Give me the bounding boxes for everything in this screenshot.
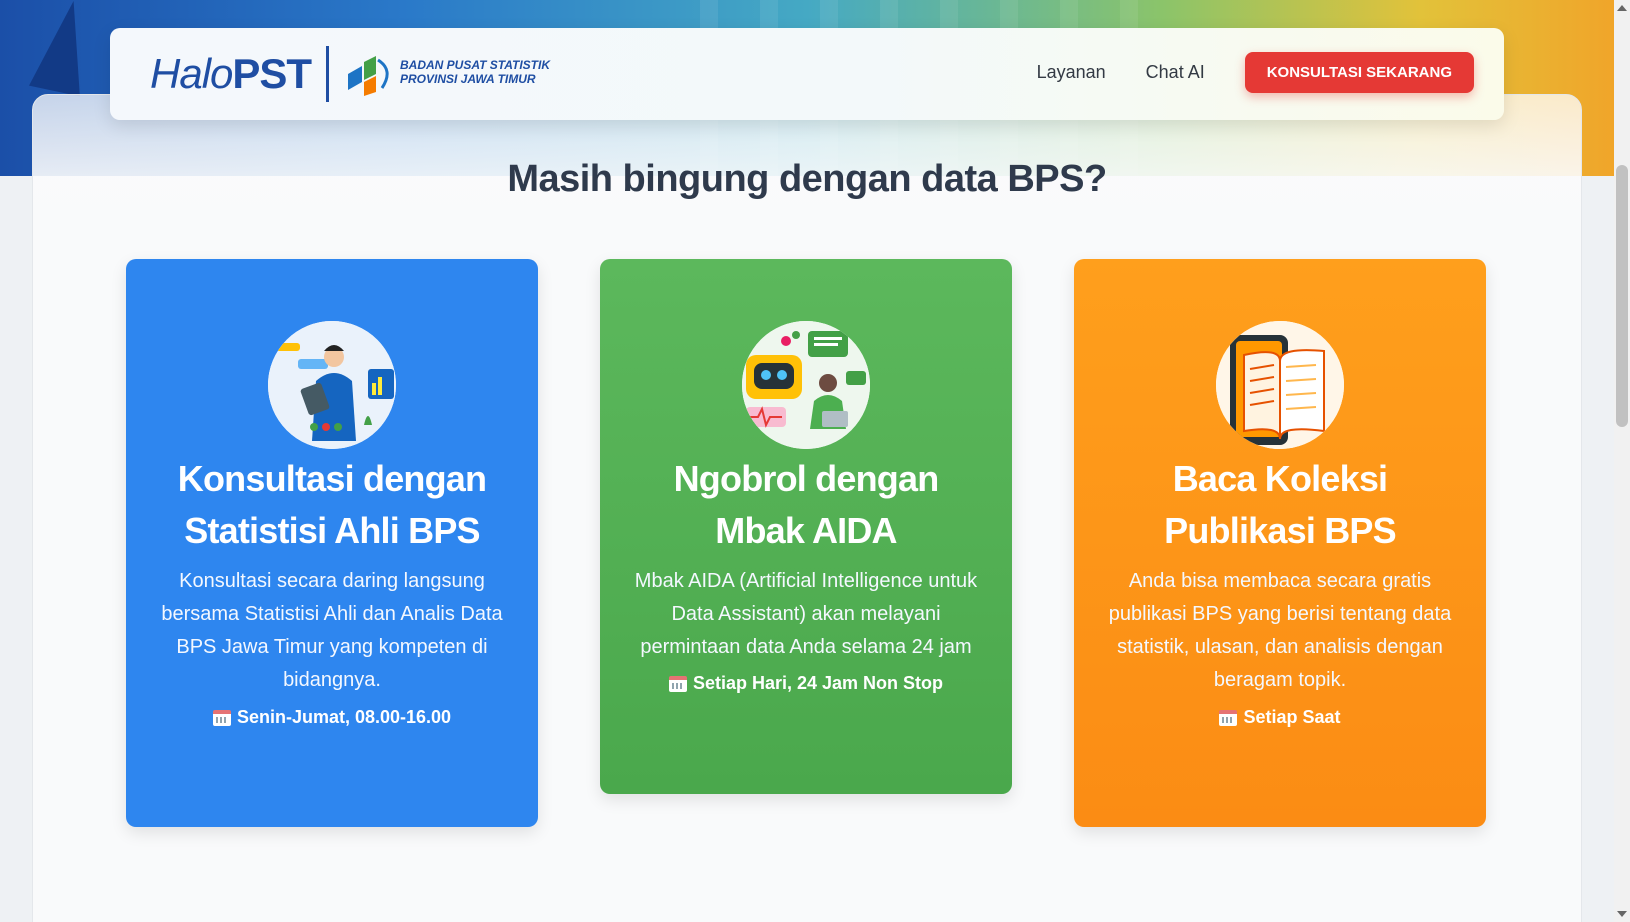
konsultasi-sekarang-button[interactable]: KONSULTASI SEKARANG — [1244, 52, 1474, 93]
scroll-down-arrow-icon[interactable] — [1617, 911, 1627, 917]
page-title: Masih bingung dengan data BPS? — [507, 158, 1107, 200]
card-title: Baca Koleksi Publikasi BPS — [1164, 458, 1396, 551]
nav-link-chat-ai[interactable]: Chat AI — [1146, 62, 1205, 83]
card-ngobrol[interactable]: Ngobrol dengan Mbak AIDA Mbak AIDA (Arti… — [600, 259, 1012, 794]
card-konsultasi[interactable]: Konsultasi dengan Statistisi Ahli BPS Ko… — [126, 259, 538, 827]
card-schedule: Senin-Jumat, 08.00-16.00 — [126, 707, 538, 728]
chatbot-illustration-icon — [742, 321, 870, 449]
consultant-illustration-icon — [268, 321, 396, 449]
calendar-icon — [1219, 709, 1238, 726]
card-description: Anda bisa membaca secara gratis publikas… — [1108, 570, 1452, 691]
logo-pst-text: PST — [232, 50, 312, 97]
top-header: HaloPST BADAN PUSAT STATISTIK PROVINSI J… — [110, 28, 1504, 120]
card-description: Konsultasi secara daring langsung bersam… — [161, 570, 503, 691]
page-scrollbar[interactable] — [1614, 0, 1630, 922]
flag-decoration — [29, 0, 99, 97]
bps-org-name: BADAN PUSAT STATISTIK PROVINSI JAWA TIMU… — [400, 58, 550, 86]
card-title: Ngobrol dengan Mbak AIDA — [673, 458, 940, 551]
calendar-icon — [212, 709, 231, 726]
main-nav: Layanan Chat AI KONSULTASI SEKARANG — [1037, 52, 1474, 93]
card-schedule: Setiap Hari, 24 Jam Non Stop — [600, 673, 1012, 694]
calendar-icon — [668, 675, 687, 692]
logo-divider — [326, 46, 329, 102]
card-schedule-text: Setiap Hari, 24 Jam Non Stop — [692, 673, 944, 693]
card-baca-koleksi[interactable]: Baca Koleksi Publikasi BPS Anda bisa mem… — [1074, 259, 1486, 827]
nav-link-layanan[interactable]: Layanan — [1037, 62, 1106, 83]
scroll-up-arrow-icon[interactable] — [1617, 5, 1627, 11]
book-illustration-icon — [1216, 321, 1344, 449]
bps-logo-icon — [348, 56, 389, 96]
bps-org-line1: BADAN PUSAT STATISTIK — [400, 58, 550, 72]
card-description: Mbak AIDA (Artificial Intelligence untuk… — [634, 570, 978, 658]
card-schedule-text: Senin-Jumat, 08.00-16.00 — [236, 707, 452, 727]
card-title: Konsultasi dengan Statistisi Ahli BPS — [177, 458, 487, 551]
halopst-logo[interactable]: HaloPST — [150, 50, 312, 98]
bps-org-line2: PROVINSI JAWA TIMUR — [400, 72, 536, 86]
logo-halo-text: Halo — [150, 50, 233, 97]
card-schedule-text: Setiap Saat — [1243, 707, 1341, 727]
card-schedule: Setiap Saat — [1074, 707, 1486, 728]
scrollbar-thumb[interactable] — [1616, 165, 1628, 427]
